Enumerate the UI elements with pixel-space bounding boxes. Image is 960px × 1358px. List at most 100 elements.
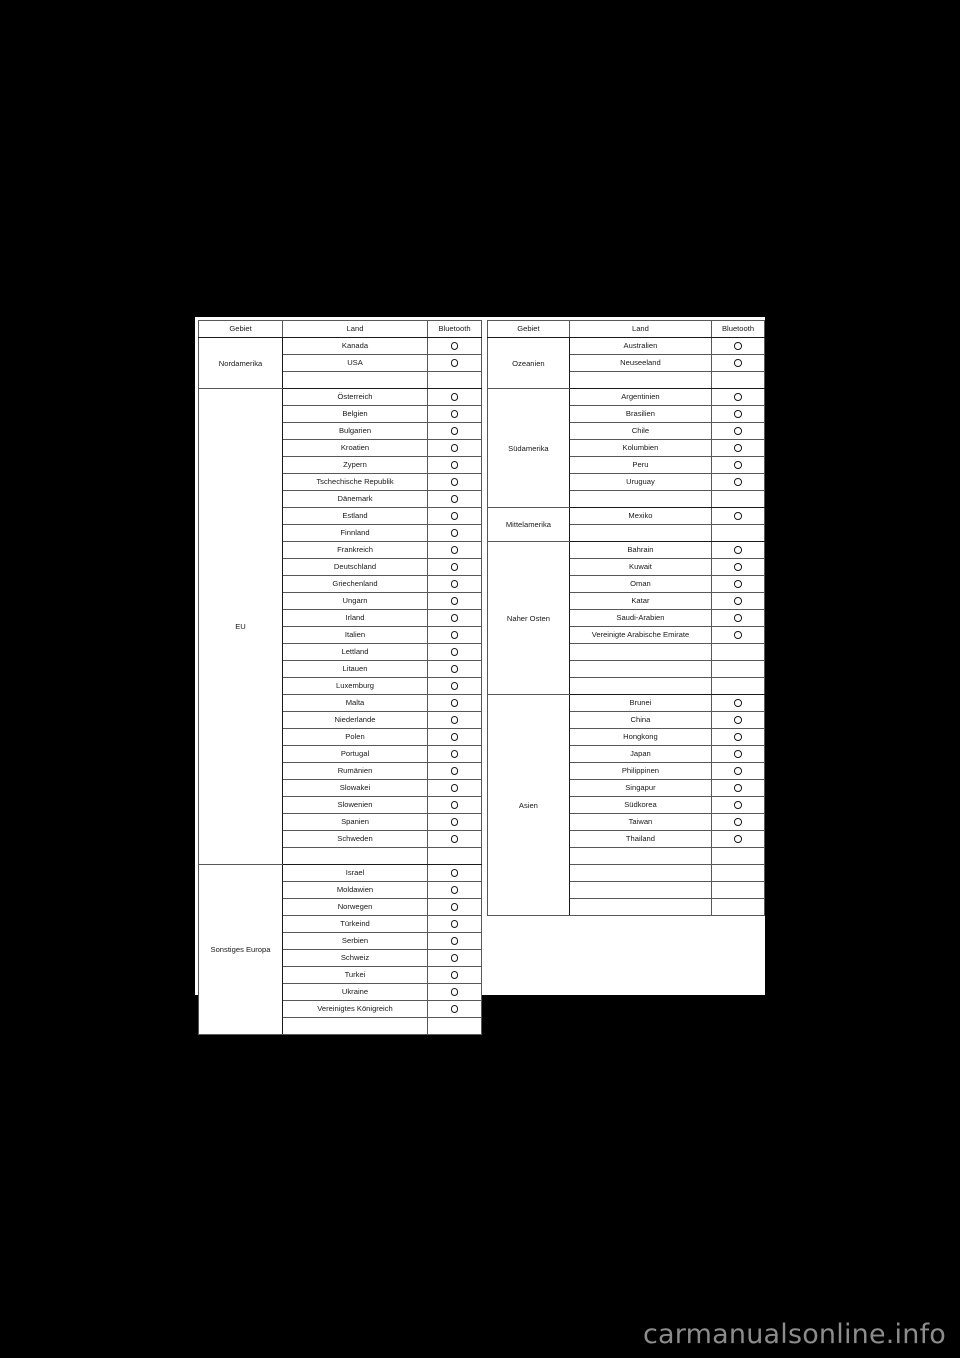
- bluetooth-cell: [711, 830, 765, 848]
- country-cell: Katar: [568, 592, 713, 610]
- circle-available-icon: [450, 750, 459, 758]
- bluetooth-cell: [427, 524, 482, 542]
- empty-bluetooth-cell: [711, 881, 765, 899]
- country-cell: Frankreich: [282, 541, 428, 559]
- table-header-left: Gebiet Land Bluetooth: [198, 320, 482, 338]
- circle-available-icon: [450, 512, 459, 520]
- country-cell: Japan: [568, 745, 713, 763]
- tables-area: Gebiet Land Bluetooth Nordamerika Kanada U…: [195, 317, 765, 1035]
- region-cell: Ozeanien: [487, 337, 570, 389]
- empty-bluetooth-cell: [711, 864, 765, 882]
- country-cell: Oman: [568, 575, 713, 593]
- bluetooth-cell: [711, 473, 765, 491]
- circle-available-icon: [734, 444, 742, 452]
- empty-country-cell: [568, 898, 713, 916]
- circle-available-icon: [450, 393, 459, 401]
- circle-available-icon: [734, 750, 742, 758]
- circle-available-icon: [734, 427, 742, 435]
- circle-available-icon: [450, 988, 459, 996]
- country-cell: Bahrain: [568, 541, 713, 559]
- bluetooth-cell: [427, 932, 482, 950]
- country-cell: Kanada: [282, 337, 428, 355]
- country-cell: Malta: [282, 694, 428, 712]
- empty-bluetooth-cell: [711, 643, 765, 661]
- bluetooth-cell: [427, 830, 482, 848]
- bluetooth-cell: [427, 813, 482, 831]
- bluetooth-cell: [711, 541, 765, 559]
- empty-country-cell: [568, 371, 713, 389]
- empty-country-cell: [568, 881, 713, 899]
- country-cell: USA: [282, 354, 428, 372]
- circle-available-icon: [734, 631, 742, 639]
- bluetooth-cell: [711, 354, 765, 372]
- circle-available-icon: [450, 427, 459, 435]
- empty-country-cell: [282, 371, 428, 389]
- bluetooth-cell: [711, 337, 765, 355]
- site-watermark: carmanualsonline.info: [643, 1319, 946, 1350]
- region-cell: Südamerika: [487, 388, 570, 508]
- country-cell: Vereinigte Arabische Emirate: [568, 626, 713, 644]
- circle-available-icon: [450, 954, 459, 962]
- country-cell: Italien: [282, 626, 428, 644]
- country-cell: Peru: [568, 456, 713, 474]
- country-cell: Zypern: [282, 456, 428, 474]
- bluetooth-cell: [427, 745, 482, 763]
- circle-available-icon: [450, 920, 459, 928]
- region-cell: Naher Osten: [487, 541, 570, 695]
- country-bluetooth-table-left: Gebiet Land Bluetooth Nordamerika Kanada U…: [198, 320, 482, 1035]
- bluetooth-cell: [711, 745, 765, 763]
- bluetooth-cell: [427, 898, 482, 916]
- country-bluetooth-table-right: Gebiet Land Bluetooth Ozeanien Australien…: [487, 320, 765, 916]
- bluetooth-cell: [711, 405, 765, 423]
- empty-bluetooth-cell: [711, 524, 765, 542]
- bluetooth-cell: [427, 694, 482, 712]
- circle-available-icon: [450, 529, 459, 537]
- circle-available-icon: [450, 971, 459, 979]
- circle-available-icon: [450, 903, 459, 911]
- country-cell: Lettland: [282, 643, 428, 661]
- circle-available-icon: [734, 342, 742, 350]
- country-cell: Luxemburg: [282, 677, 428, 695]
- circle-available-icon: [450, 767, 459, 775]
- bluetooth-cell: [427, 643, 482, 661]
- circle-available-icon: [734, 801, 742, 809]
- circle-available-icon: [450, 359, 459, 367]
- region-cell: Sonstiges Europa: [198, 864, 283, 1035]
- country-cell: Brunei: [568, 694, 713, 712]
- table-body-left: Nordamerika Kanada USA EU Österreich Belgien B…: [198, 337, 482, 1035]
- bluetooth-cell: [711, 728, 765, 746]
- empty-bluetooth-cell: [711, 371, 765, 389]
- circle-available-icon: [734, 733, 742, 741]
- region-cell: Mittelamerika: [487, 507, 570, 542]
- bluetooth-cell: [427, 915, 482, 933]
- circle-available-icon: [734, 359, 742, 367]
- circle-available-icon: [734, 767, 742, 775]
- circle-available-icon: [450, 410, 459, 418]
- country-cell: Ukraine: [282, 983, 428, 1001]
- bluetooth-cell: [427, 762, 482, 780]
- country-cell: Neuseeland: [568, 354, 713, 372]
- circle-available-icon: [734, 784, 742, 792]
- circle-available-icon: [450, 1005, 459, 1013]
- table-row: Sonstiges Europa Israel: [198, 864, 482, 1035]
- bluetooth-cell: [427, 779, 482, 797]
- country-cell: Norwegen: [282, 898, 428, 916]
- bluetooth-cell: [711, 626, 765, 644]
- bluetooth-cell: [711, 711, 765, 729]
- country-cell: Taiwan: [568, 813, 713, 831]
- bluetooth-cell: [711, 507, 765, 525]
- header-region: Gebiet: [487, 320, 570, 338]
- empty-bluetooth-cell: [711, 490, 765, 508]
- bluetooth-cell: [427, 541, 482, 559]
- bluetooth-cell: [427, 966, 482, 984]
- country-cell: Serbien: [282, 932, 428, 950]
- empty-country-cell: [568, 847, 713, 865]
- bluetooth-cell: [427, 388, 482, 406]
- bluetooth-cell: [427, 575, 482, 593]
- country-cell: Uruguay: [568, 473, 713, 491]
- country-cell: Kroatien: [282, 439, 428, 457]
- country-cell: Chile: [568, 422, 713, 440]
- circle-available-icon: [450, 733, 459, 741]
- table-row: EU Österreich: [198, 388, 482, 865]
- country-cell: Israel: [282, 864, 428, 882]
